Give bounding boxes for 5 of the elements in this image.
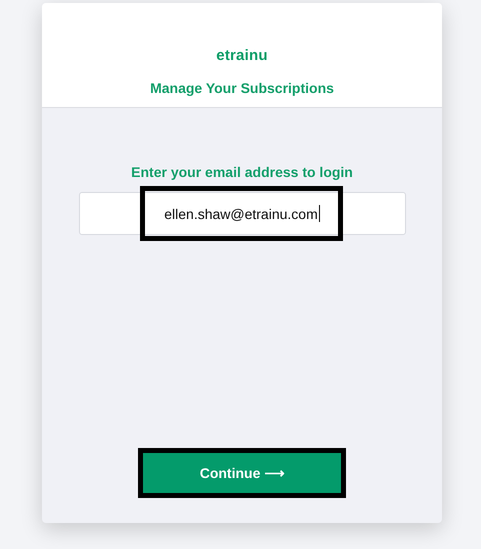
- brand-logo: etrainu: [216, 47, 268, 64]
- continue-button[interactable]: Continue ⟶: [143, 453, 341, 493]
- login-prompt: Enter your email address to login: [131, 164, 353, 180]
- email-field[interactable]: ellen.shaw@etrainu.com: [78, 192, 406, 235]
- page-heading: Manage Your Subscriptions: [150, 80, 334, 96]
